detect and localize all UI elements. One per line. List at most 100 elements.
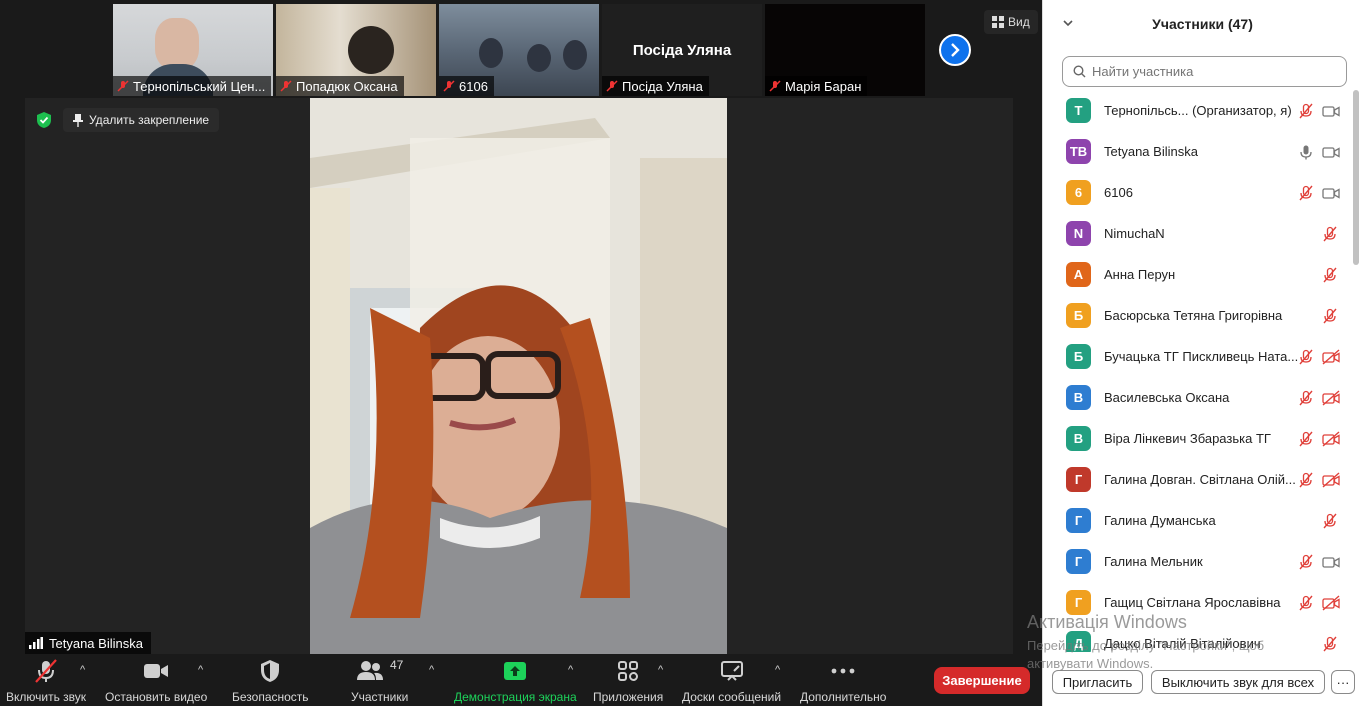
thumbnail-tile[interactable]: Тернопільський Цен... [113, 4, 273, 96]
participant-name: Дацко Віталій Віталійович [1104, 636, 1261, 651]
unpin-label: Удалить закрепление [89, 113, 210, 127]
signal-icon [29, 637, 43, 649]
panel-more-button[interactable]: ··· [1331, 670, 1355, 694]
mic-muted-icon[interactable] [1322, 226, 1338, 242]
participant-list-scrollbar[interactable] [1353, 90, 1359, 265]
next-page-button[interactable] [939, 34, 971, 66]
mic-muted-icon[interactable] [1298, 185, 1314, 201]
mic-muted-icon[interactable] [1298, 431, 1314, 447]
thumbnail-tile[interactable]: Попадюк Оксана [276, 4, 436, 96]
mic-muted-icon[interactable] [1322, 636, 1338, 652]
video-off-icon[interactable] [1322, 348, 1340, 365]
meeting-toolbar: Включить звук ^ Остановить видео ^ Безоп… [0, 654, 1042, 706]
participant-row[interactable]: Т Тернопільсь... (Организатор, я) [1043, 90, 1353, 131]
avatar: Г [1066, 467, 1091, 492]
participant-row[interactable]: Г Галина Мельник [1043, 541, 1353, 582]
mic-muted-icon[interactable] [1322, 308, 1338, 324]
participant-name: NimuchaN [1104, 226, 1165, 241]
avatar: Т [1066, 98, 1091, 123]
stop-video-button[interactable]: Остановить видео [105, 658, 207, 704]
audio-options-caret[interactable]: ^ [80, 664, 85, 676]
video-options-caret[interactable]: ^ [198, 664, 203, 676]
security-button[interactable]: Безопасность [232, 658, 309, 704]
chevron-down-icon[interactable] [1061, 16, 1075, 30]
video-camera-icon [144, 664, 169, 678]
view-button[interactable]: Вид [984, 10, 1038, 34]
whiteboards-options-caret[interactable]: ^ [775, 664, 780, 676]
mic-muted-icon[interactable] [1322, 267, 1338, 283]
share-screen-label: Демонстрация экрана [454, 690, 577, 704]
thumbnail-name: Тернопільський Цен... [133, 78, 266, 94]
mic-muted-icon[interactable] [1298, 472, 1314, 488]
view-label: Вид [1008, 15, 1030, 29]
whiteboards-button[interactable]: Доски сообщений [682, 658, 781, 704]
participant-row[interactable]: Д Дацко Віталій Віталійович [1043, 623, 1353, 652]
unpin-button[interactable]: Удалить закрепление [63, 108, 220, 132]
more-button[interactable]: Дополнительно [800, 658, 886, 704]
mute-all-button[interactable]: Выключить звук для всех [1151, 670, 1325, 694]
grid-icon [992, 16, 1004, 28]
participant-name: 6106 [1104, 185, 1133, 200]
mic-muted-icon[interactable] [1298, 595, 1314, 611]
video-camera-icon[interactable] [1322, 554, 1340, 570]
thumbnail-name: Попадюк Оксана [296, 78, 398, 94]
video-camera-icon[interactable] [1322, 185, 1340, 201]
unmute-button[interactable]: Включить звук [6, 658, 86, 704]
video-camera-icon[interactable] [1322, 103, 1340, 119]
participants-button[interactable]: 47 Участники [351, 658, 408, 704]
avatar: В [1066, 426, 1091, 451]
unmute-label: Включить звук [6, 690, 87, 704]
avatar: Г [1066, 549, 1091, 574]
mic-muted-icon[interactable] [1298, 554, 1314, 570]
participant-row[interactable]: N NimuchaN [1043, 213, 1353, 254]
speaker-video-image [310, 98, 727, 654]
video-off-icon[interactable] [1322, 594, 1340, 611]
participant-list: Т Тернопільсь... (Организатор, я) ТВ Tetyan… [1043, 90, 1353, 652]
participant-row[interactable]: А Анна Перун [1043, 254, 1353, 295]
participant-row[interactable]: Б Бучацька ТГ Пискливець Ната... [1043, 336, 1353, 377]
participants-panel: Участники (47) Т Тернопільсь... (Организа… [1042, 0, 1361, 706]
avatar: Г [1066, 508, 1091, 533]
stop-video-label: Остановить видео [105, 690, 208, 704]
participant-row[interactable]: В Віра Лінкевич Збаразька ТГ [1043, 418, 1353, 459]
video-off-icon[interactable] [1322, 389, 1340, 406]
participant-search[interactable] [1062, 56, 1347, 87]
participant-row[interactable]: Г Галина Думанська [1043, 500, 1353, 541]
mic-muted-icon[interactable] [1322, 513, 1338, 529]
thumbnail-tile[interactable]: Посіда Уляна Посіда Уляна [602, 4, 762, 96]
apps-options-caret[interactable]: ^ [658, 664, 663, 676]
thumbnail-strip: Тернопільський Цен... Попадюк Оксана 610 [113, 4, 925, 96]
participant-row[interactable]: Б Басюрська Тетяна Григорівна [1043, 295, 1353, 336]
apps-button[interactable]: Приложения [593, 658, 663, 704]
participant-row[interactable]: Г Гащиц Світлана Ярославівна [1043, 582, 1353, 623]
mic-icon[interactable] [1298, 144, 1314, 160]
invite-button[interactable]: Пригласить [1052, 670, 1143, 694]
participant-name: Гащиц Світлана Ярославівна [1104, 595, 1281, 610]
participant-search-input[interactable] [1092, 64, 1332, 79]
mic-muted-icon [35, 659, 57, 683]
mic-muted-icon[interactable] [1298, 349, 1314, 365]
avatar: 6 [1066, 180, 1091, 205]
participant-row[interactable]: 6 6106 [1043, 172, 1353, 213]
thumbnail-caption: Тернопільський Цен... [113, 76, 272, 96]
thumbnail-tile[interactable]: Марія Баран [765, 4, 925, 96]
video-off-icon[interactable] [1322, 471, 1340, 488]
thumbnail-name: 6106 [459, 78, 488, 94]
participant-row[interactable]: ТВ Tetyana Bilinska [1043, 131, 1353, 172]
end-meeting-button[interactable]: Завершение [934, 667, 1030, 694]
participant-row[interactable]: Г Галина Довган. Світлана Олій... [1043, 459, 1353, 500]
mic-muted-icon[interactable] [1298, 390, 1314, 406]
thumbnail-tile[interactable]: 6106 [439, 4, 599, 96]
thumbnail-caption: Марія Баран [765, 76, 868, 96]
participant-row[interactable]: В Василевська Оксана [1043, 377, 1353, 418]
avatar: Г [1066, 590, 1091, 615]
share-options-caret[interactable]: ^ [568, 664, 573, 676]
zoom-window: Тернопільський Цен... Попадюк Оксана 610 [0, 0, 1361, 706]
mic-muted-icon[interactable] [1298, 103, 1314, 119]
video-off-icon[interactable] [1322, 430, 1340, 447]
participants-options-caret[interactable]: ^ [429, 664, 434, 676]
avatar: Б [1066, 303, 1091, 328]
video-camera-icon[interactable] [1322, 144, 1340, 160]
share-screen-button[interactable]: Демонстрация экрана [454, 658, 577, 704]
participant-name: Басюрська Тетяна Григорівна [1104, 308, 1283, 323]
